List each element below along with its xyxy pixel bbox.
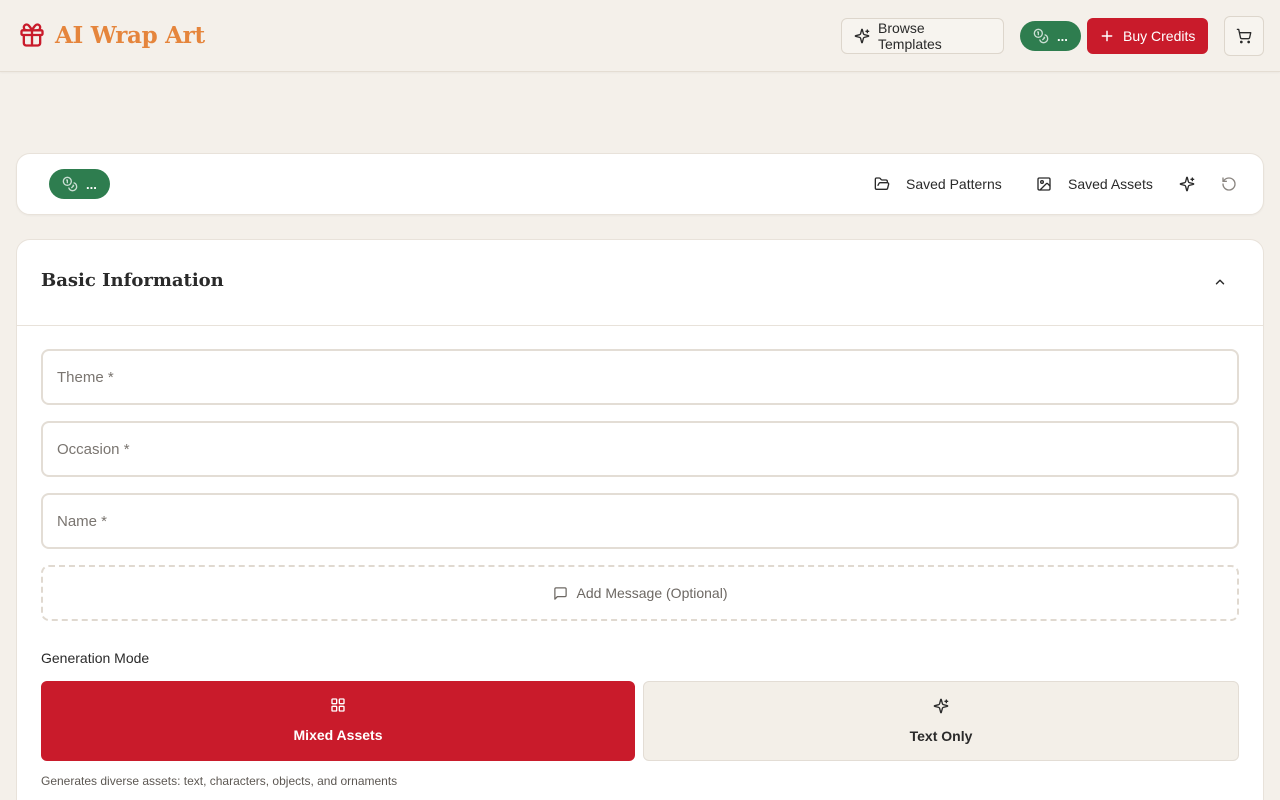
mode-hint: Generates diverse assets: text, characte… xyxy=(41,774,398,788)
image-icon xyxy=(1036,176,1052,192)
saved-patterns-button[interactable]: Saved Patterns xyxy=(874,154,1002,214)
add-message-label: Add Message (Optional) xyxy=(576,585,728,601)
saved-assets-button[interactable]: Saved Assets xyxy=(1036,154,1153,214)
generation-mode-label: Generation Mode xyxy=(41,650,150,666)
brand-logo[interactable]: AI Wrap Art xyxy=(18,21,205,49)
sparkles-icon xyxy=(933,698,949,714)
section-title: Basic Information xyxy=(41,270,224,291)
mode-text-only-label: Text Only xyxy=(909,728,973,744)
credits-badge[interactable]: ... xyxy=(1020,21,1081,51)
browse-templates-button[interactable]: Browse Templates xyxy=(841,18,1004,54)
sparkles-icon xyxy=(854,28,870,44)
sparkles-icon xyxy=(1179,176,1195,192)
buy-credits-label: Buy Credits xyxy=(1123,28,1196,44)
occasion-input[interactable] xyxy=(41,421,1239,477)
cart-button[interactable] xyxy=(1224,16,1264,56)
toolbar-credits-badge[interactable]: ... xyxy=(49,169,110,199)
saved-patterns-label: Saved Patterns xyxy=(906,176,1002,192)
project-toolbar: ... Saved Patterns Saved Assets xyxy=(16,153,1264,215)
mode-text-only-button[interactable]: Text Only xyxy=(643,681,1239,761)
browse-templates-label: Browse Templates xyxy=(878,20,942,52)
coins-icon xyxy=(62,176,78,192)
reset-icon xyxy=(1221,176,1237,192)
saved-assets-label: Saved Assets xyxy=(1068,176,1153,192)
credits-value: ... xyxy=(1057,28,1068,44)
theme-input[interactable] xyxy=(41,349,1239,405)
mode-mixed-assets-button[interactable]: Mixed Assets xyxy=(41,681,635,761)
ai-suggest-button[interactable] xyxy=(1179,154,1195,214)
reset-button[interactable] xyxy=(1221,154,1237,214)
plus-icon xyxy=(1100,29,1114,43)
folder-open-icon xyxy=(874,176,890,192)
gift-icon xyxy=(18,21,46,49)
top-header: AI Wrap Art Browse Templates ... Buy Cre… xyxy=(0,0,1280,72)
toolbar-credits-value: ... xyxy=(86,176,97,192)
buy-credits-button[interactable]: Buy Credits xyxy=(1087,18,1208,54)
add-message-button[interactable]: Add Message (Optional) xyxy=(41,565,1239,621)
grid-icon xyxy=(330,697,346,713)
coins-icon xyxy=(1033,28,1049,44)
card-header[interactable]: Basic Information xyxy=(17,240,1263,326)
chevron-up-icon[interactable] xyxy=(1213,275,1227,289)
cart-icon xyxy=(1236,28,1252,44)
brand-name: AI Wrap Art xyxy=(55,21,205,49)
mode-mixed-assets-label: Mixed Assets xyxy=(293,727,383,743)
message-square-icon xyxy=(553,586,568,601)
basic-information-card: Basic Information Add Message (Optional)… xyxy=(16,239,1264,800)
name-input[interactable] xyxy=(41,493,1239,549)
